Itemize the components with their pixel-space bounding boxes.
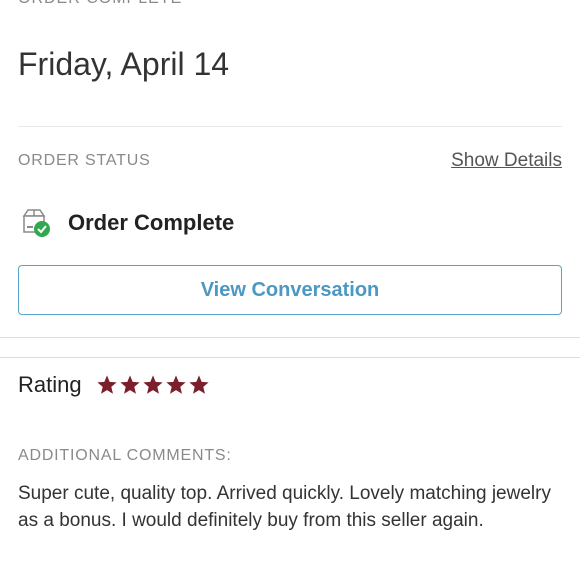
star-icon	[188, 374, 210, 396]
star-icon	[96, 374, 118, 396]
rating-row: Rating	[18, 372, 210, 398]
box-check-icon	[18, 206, 52, 240]
star-icon	[142, 374, 164, 396]
additional-comments-label: ADDITIONAL COMMENTS:	[18, 447, 232, 464]
star-icon	[119, 374, 141, 396]
rating-stars	[96, 374, 210, 396]
show-details-link[interactable]: Show Details	[451, 150, 562, 172]
additional-comments-text: Super cute, quality top. Arrived quickly…	[18, 483, 551, 531]
order-status-row: Order Complete	[18, 205, 234, 241]
view-conversation-button[interactable]: View Conversation	[18, 265, 562, 315]
star-icon	[165, 374, 187, 396]
order-detail-page: ORDER COMPLETE Friday, April 14 ORDER ST…	[0, 0, 580, 580]
divider	[18, 126, 562, 127]
order-status-text: Order Complete	[68, 210, 235, 235]
section-heading: ORDER COMPLETE	[18, 0, 182, 8]
order-status-label: ORDER STATUS	[18, 152, 151, 169]
section-separator	[0, 337, 580, 358]
order-date: Friday, April 14	[18, 46, 230, 82]
rating-label: Rating	[18, 372, 82, 397]
